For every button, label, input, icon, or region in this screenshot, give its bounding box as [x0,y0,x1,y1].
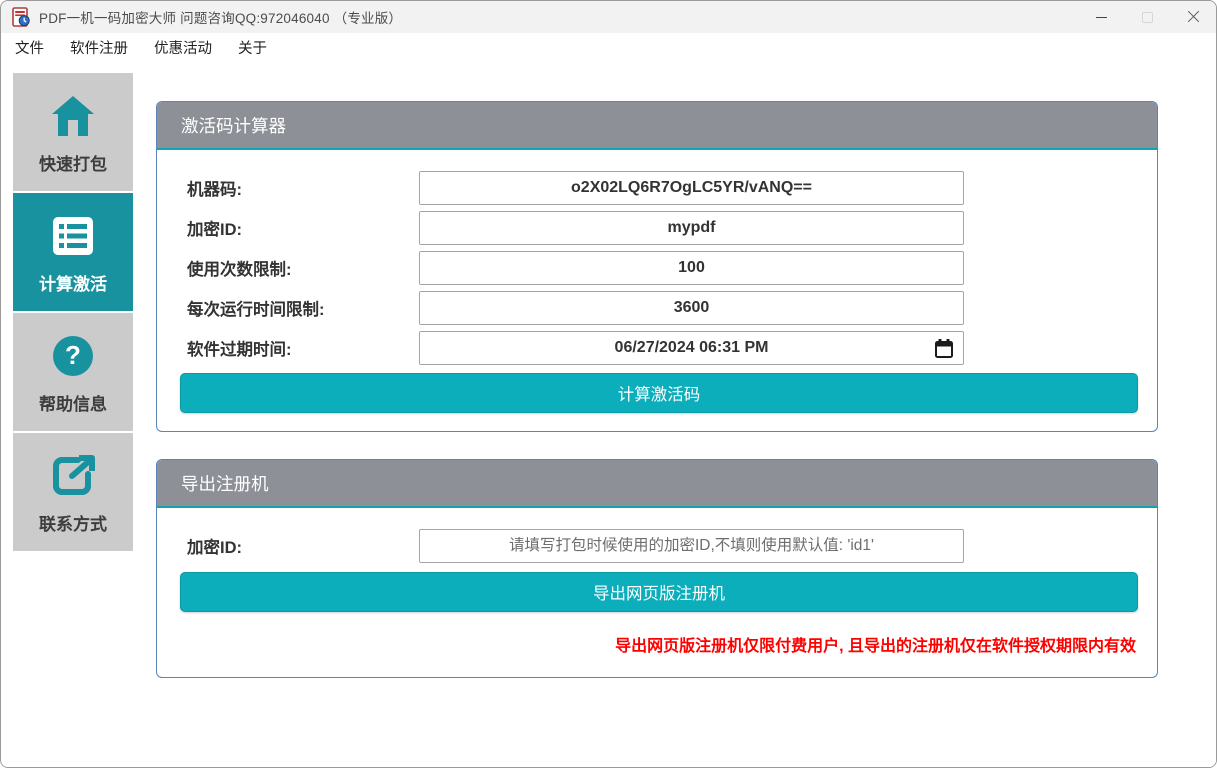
expiry-datetime-value: 06/27/2024 06:31 PM [615,339,769,357]
svg-text:?: ? [65,340,81,370]
sidebar-item-label: 联系方式 [39,510,107,535]
encrypt-id-row: 加密ID: [157,211,1157,245]
question-icon: ? [51,330,95,382]
app-logo-icon [11,7,31,27]
menu-item-promotions[interactable]: 优惠活动 [154,37,212,58]
export-keygen-panel: 导出注册机 加密ID: 导出网页版注册机 导出网页版注册机仅限付费用户, 且导出… [156,459,1158,678]
app-window: PDF一机一码加密大师 问题咨询QQ:972046040 （专业版） 文件 软件… [0,0,1217,768]
menu-bar: 文件 软件注册 优惠活动 关于 [1,33,1216,61]
minimize-icon [1096,17,1107,18]
sidebar-nav: 快速打包 计算激活 [13,73,133,553]
usage-limit-input[interactable] [419,251,964,285]
calendar-icon[interactable] [935,339,953,358]
sidebar-item-calc-activation[interactable]: 计算激活 [13,193,133,311]
panel-body: 机器码: 加密ID: 使用次数限制: 每次运行时间限制: 软件过期时间: [157,150,1157,413]
sidebar-item-label: 帮助信息 [39,390,107,415]
menu-item-about[interactable]: 关于 [238,37,267,58]
list-icon [51,210,95,262]
expiry-time-row: 软件过期时间: 06/27/2024 06:31 PM [157,331,1157,365]
runtime-limit-label: 每次运行时间限制: [157,296,419,320]
menu-item-register[interactable]: 软件注册 [70,37,128,58]
export-encrypt-id-label: 加密ID: [157,534,419,558]
sidebar-item-contact[interactable]: 联系方式 [13,433,133,551]
title-bar: PDF一机一码加密大师 问题咨询QQ:972046040 （专业版） [1,1,1216,33]
usage-limit-label: 使用次数限制: [157,256,419,280]
runtime-limit-row: 每次运行时间限制: [157,291,1157,325]
maximize-button[interactable] [1124,1,1170,33]
activation-calculator-panel: 激活码计算器 机器码: 加密ID: 使用次数限制: 每次运行时间限制: [156,101,1158,432]
export-encrypt-id-input[interactable] [419,529,964,563]
window-title: PDF一机一码加密大师 问题咨询QQ:972046040 （专业版） [39,7,402,27]
calculate-activation-button[interactable]: 计算激活码 [180,373,1138,413]
encrypt-id-label: 加密ID: [157,216,419,240]
panel-title: 导出注册机 [157,460,1157,508]
usage-limit-row: 使用次数限制: [157,251,1157,285]
sidebar-item-help-info[interactable]: ? 帮助信息 [13,313,133,431]
expiry-datetime-input[interactable]: 06/27/2024 06:31 PM [419,331,964,365]
export-warning-text: 导出网页版注册机仅限付费用户, 且导出的注册机仅在软件授权期限内有效 [157,632,1157,656]
close-icon [1187,11,1200,24]
panel-body: 加密ID: 导出网页版注册机 导出网页版注册机仅限付费用户, 且导出的注册机仅在… [157,508,1157,656]
panel-title: 激活码计算器 [157,102,1157,150]
home-icon [50,90,96,142]
close-button[interactable] [1170,1,1216,33]
export-encrypt-id-row: 加密ID: [157,529,1157,563]
machine-code-input[interactable] [419,171,964,205]
minimize-button[interactable] [1078,1,1124,33]
encrypt-id-input[interactable] [419,211,964,245]
expiry-time-label: 软件过期时间: [157,336,419,360]
sidebar-item-label: 计算激活 [39,270,107,295]
export-web-keygen-button[interactable]: 导出网页版注册机 [180,572,1138,612]
app-body: 快速打包 计算激活 [1,61,1216,768]
contact-share-icon [50,450,96,502]
runtime-limit-input[interactable] [419,291,964,325]
sidebar-item-quick-pack[interactable]: 快速打包 [13,73,133,191]
maximize-icon [1142,12,1153,23]
menu-item-file[interactable]: 文件 [15,37,44,58]
machine-code-row: 机器码: [157,171,1157,205]
machine-code-label: 机器码: [157,176,419,200]
sidebar-item-label: 快速打包 [39,150,107,175]
